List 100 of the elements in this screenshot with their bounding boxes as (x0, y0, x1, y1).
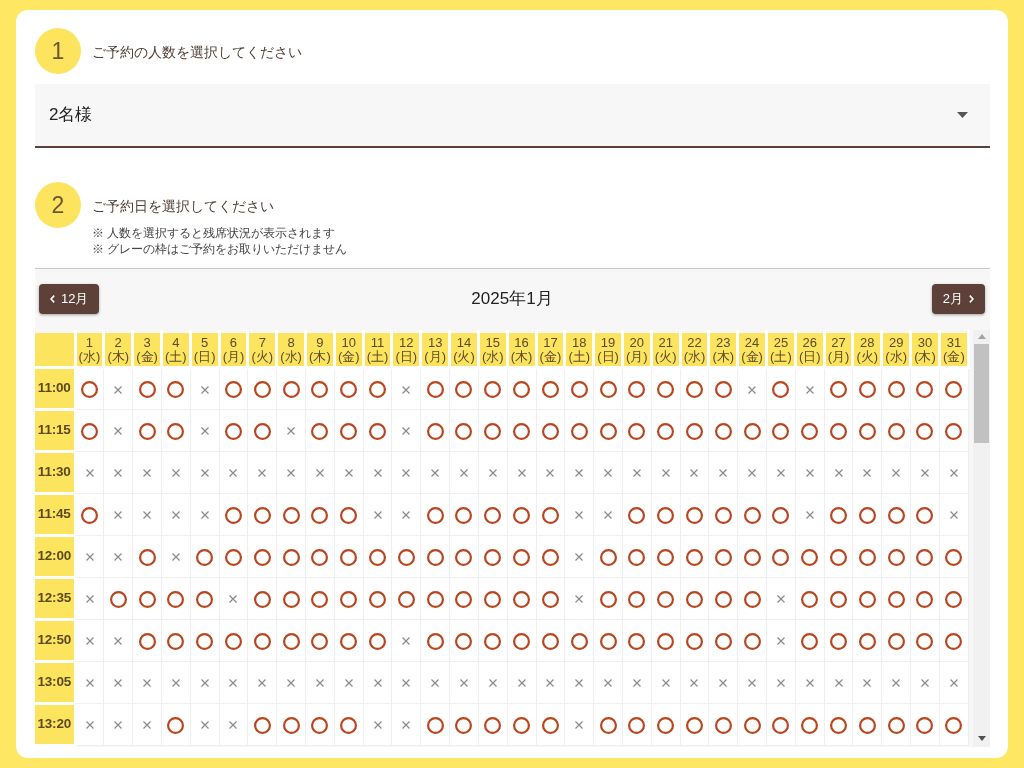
ring-icon[interactable] (455, 422, 473, 440)
ring-icon[interactable] (513, 590, 531, 608)
ring-icon[interactable] (369, 381, 387, 399)
ring-icon[interactable] (253, 590, 271, 608)
ring-icon[interactable] (282, 632, 300, 650)
ring-icon[interactable] (945, 716, 963, 734)
ring-icon[interactable] (743, 548, 761, 566)
ring-icon[interactable] (714, 506, 732, 524)
ring-icon[interactable] (484, 590, 502, 608)
ring-icon[interactable] (369, 422, 387, 440)
ring-icon[interactable] (340, 422, 358, 440)
ring-icon[interactable] (801, 590, 819, 608)
ring-icon[interactable] (628, 506, 646, 524)
previous-month-button[interactable]: 12月 (39, 284, 100, 314)
ring-icon[interactable] (685, 422, 703, 440)
ring-icon[interactable] (945, 381, 963, 399)
ring-icon[interactable] (138, 381, 156, 399)
ring-icon[interactable] (455, 632, 473, 650)
ring-icon[interactable] (426, 381, 444, 399)
ring-icon[interactable] (714, 422, 732, 440)
ring-icon[interactable] (340, 506, 358, 524)
ring-icon[interactable] (541, 506, 559, 524)
ring-icon[interactable] (426, 590, 444, 608)
ring-icon[interactable] (484, 422, 502, 440)
ring-icon[interactable] (685, 590, 703, 608)
ring-icon[interactable] (426, 422, 444, 440)
ring-icon[interactable] (628, 381, 646, 399)
ring-icon[interactable] (311, 548, 329, 566)
ring-icon[interactable] (599, 381, 617, 399)
next-month-button[interactable]: 2月 (931, 284, 985, 314)
ring-icon[interactable] (830, 548, 848, 566)
ring-icon[interactable] (685, 716, 703, 734)
ring-icon[interactable] (196, 548, 214, 566)
ring-icon[interactable] (887, 716, 905, 734)
ring-icon[interactable] (743, 716, 761, 734)
ring-icon[interactable] (513, 548, 531, 566)
ring-icon[interactable] (455, 716, 473, 734)
ring-icon[interactable] (830, 381, 848, 399)
ring-icon[interactable] (253, 381, 271, 399)
ring-icon[interactable] (887, 632, 905, 650)
ring-icon[interactable] (282, 548, 300, 566)
ring-icon[interactable] (743, 590, 761, 608)
ring-icon[interactable] (887, 506, 905, 524)
ring-icon[interactable] (599, 590, 617, 608)
ring-icon[interactable] (858, 548, 876, 566)
ring-icon[interactable] (916, 590, 934, 608)
ring-icon[interactable] (253, 548, 271, 566)
ring-icon[interactable] (282, 716, 300, 734)
ring-icon[interactable] (541, 422, 559, 440)
ring-icon[interactable] (858, 590, 876, 608)
ring-icon[interactable] (801, 632, 819, 650)
ring-icon[interactable] (830, 590, 848, 608)
scrollbar[interactable] (973, 330, 990, 747)
ring-icon[interactable] (628, 632, 646, 650)
ring-icon[interactable] (513, 632, 531, 650)
ring-icon[interactable] (167, 716, 185, 734)
ring-icon[interactable] (685, 506, 703, 524)
ring-icon[interactable] (772, 422, 790, 440)
ring-icon[interactable] (426, 506, 444, 524)
ring-icon[interactable] (858, 381, 876, 399)
ring-icon[interactable] (916, 422, 934, 440)
ring-icon[interactable] (138, 632, 156, 650)
ring-icon[interactable] (196, 632, 214, 650)
ring-icon[interactable] (138, 590, 156, 608)
ring-icon[interactable] (253, 422, 271, 440)
ring-icon[interactable] (714, 590, 732, 608)
ring-icon[interactable] (743, 632, 761, 650)
ring-icon[interactable] (224, 632, 242, 650)
ring-icon[interactable] (858, 422, 876, 440)
ring-icon[interactable] (599, 632, 617, 650)
ring-icon[interactable] (714, 632, 732, 650)
ring-icon[interactable] (484, 548, 502, 566)
ring-icon[interactable] (138, 422, 156, 440)
ring-icon[interactable] (167, 422, 185, 440)
ring-icon[interactable] (167, 590, 185, 608)
scrollbar-thumb[interactable] (974, 344, 989, 443)
ring-icon[interactable] (657, 590, 675, 608)
ring-icon[interactable] (196, 590, 214, 608)
ring-icon[interactable] (224, 381, 242, 399)
ring-icon[interactable] (599, 548, 617, 566)
ring-icon[interactable] (167, 632, 185, 650)
ring-icon[interactable] (570, 381, 588, 399)
ring-icon[interactable] (282, 381, 300, 399)
ring-icon[interactable] (455, 548, 473, 566)
ring-icon[interactable] (714, 716, 732, 734)
ring-icon[interactable] (916, 632, 934, 650)
ring-icon[interactable] (685, 548, 703, 566)
ring-icon[interactable] (340, 632, 358, 650)
ring-icon[interactable] (340, 716, 358, 734)
ring-icon[interactable] (369, 590, 387, 608)
ring-icon[interactable] (887, 548, 905, 566)
ring-icon[interactable] (253, 716, 271, 734)
ring-icon[interactable] (513, 422, 531, 440)
ring-icon[interactable] (570, 422, 588, 440)
ring-icon[interactable] (743, 506, 761, 524)
ring-icon[interactable] (282, 506, 300, 524)
ring-icon[interactable] (484, 506, 502, 524)
ring-icon[interactable] (858, 506, 876, 524)
ring-icon[interactable] (340, 381, 358, 399)
ring-icon[interactable] (311, 381, 329, 399)
